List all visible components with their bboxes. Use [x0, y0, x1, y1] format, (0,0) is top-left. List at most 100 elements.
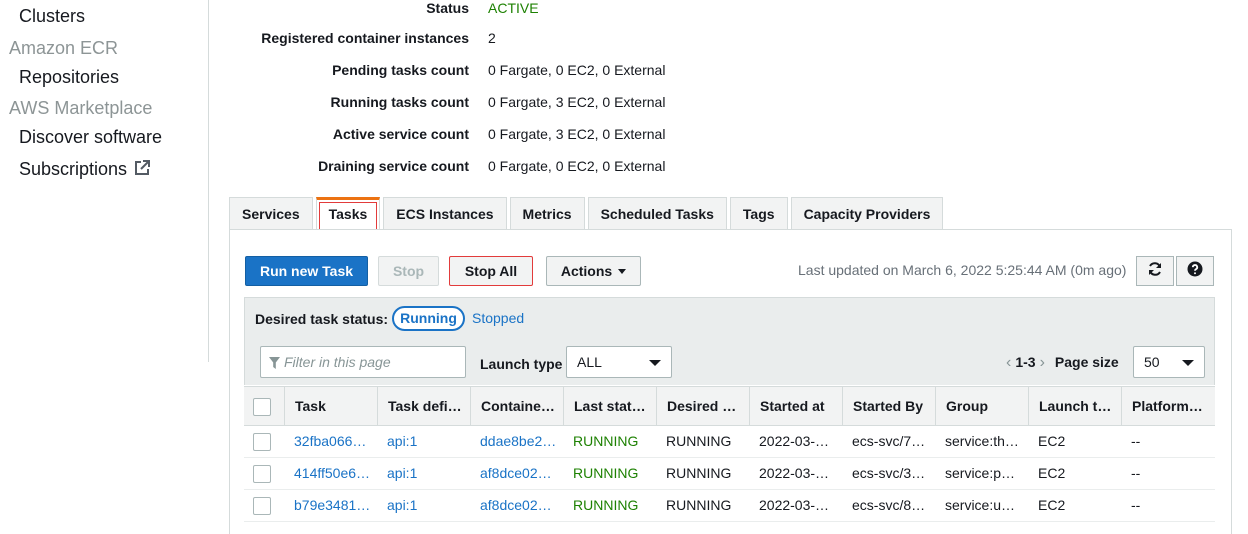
container-instance-link[interactable]: af8dce02… — [470, 458, 563, 489]
detail-label: Active service count — [332, 126, 469, 142]
sidebar-item-discover-software[interactable]: Discover software — [19, 127, 162, 148]
tab-ecs-instances[interactable]: ECS Instances — [383, 197, 507, 230]
tasks-table: Task Task defi… Containe… Last stat… Des… — [244, 386, 1215, 522]
caret-down-icon — [649, 360, 661, 366]
stop-button[interactable]: Stop — [378, 256, 439, 286]
detail-row-draining-services: Draining service count 0 Fargate, 0 EC2,… — [229, 158, 665, 178]
stop-all-button[interactable]: Stop All — [449, 256, 533, 286]
select-all-checkbox-cell — [244, 387, 284, 426]
help-icon — [1187, 261, 1203, 282]
actions-dropdown[interactable]: Actions — [546, 256, 641, 286]
launch-type: EC2 — [1038, 433, 1066, 449]
sidebar-item-subscriptions-label: Subscriptions — [19, 159, 128, 179]
sidebar-item-clusters[interactable]: Clusters — [19, 6, 85, 27]
sidebar-item-subscriptions[interactable]: Subscriptions — [19, 159, 151, 182]
task-id-link[interactable]: 32fba066… — [284, 426, 377, 457]
refresh-icon — [1147, 261, 1163, 282]
tab-tasks[interactable]: Tasks — [315, 197, 381, 230]
started-by: ecs-svc/3… — [852, 465, 926, 481]
sidebar: Clusters Amazon ECR Repositories AWS Mar… — [0, 0, 209, 362]
detail-label: Draining service count — [318, 158, 469, 174]
cluster-tabs: Services Tasks ECS Instances Metrics Sch… — [229, 197, 946, 230]
table-row: 414ff50e6… api:1 af8dce02… RUNNING RUNNI… — [244, 458, 1215, 490]
column-header-task[interactable]: Task — [284, 387, 377, 426]
pagination: ‹ 1-3 › Page size — [1002, 354, 1119, 372]
launch-type-value: ALL — [577, 354, 602, 370]
page-size-select[interactable]: 50 — [1133, 346, 1205, 378]
select-all-checkbox[interactable] — [253, 398, 271, 417]
tab-scheduled-tasks[interactable]: Scheduled Tasks — [587, 197, 727, 230]
tab-services[interactable]: Services — [229, 197, 313, 230]
row-checkbox[interactable] — [253, 465, 271, 484]
tab-metrics[interactable]: Metrics — [509, 197, 585, 230]
caret-down-icon — [618, 269, 627, 274]
task-definition-link[interactable]: api:1 — [377, 490, 470, 521]
column-header-platform[interactable]: Platform … — [1121, 387, 1205, 426]
sidebar-item-repositories[interactable]: Repositories — [19, 67, 119, 88]
task-definition-link[interactable]: api:1 — [377, 458, 470, 489]
filter-input[interactable]: Filter in this page — [260, 346, 466, 378]
column-header-container-instance[interactable]: Containe… — [470, 387, 563, 426]
table-row: b79e3481… api:1 af8dce02… RUNNING RUNNIN… — [244, 490, 1215, 522]
tab-tags[interactable]: Tags — [729, 197, 788, 230]
detail-row-status: Status ACTIVE — [229, 0, 538, 20]
table-row: 32fba066… api:1 ddae8be2… RUNNING RUNNIN… — [244, 426, 1215, 458]
platform: -- — [1131, 465, 1141, 481]
container-instance-link[interactable]: af8dce02… — [470, 490, 563, 521]
task-id-link[interactable]: 414ff50e6… — [284, 458, 377, 489]
column-header-desired-status[interactable]: Desired … — [656, 387, 749, 426]
detail-value: ACTIVE — [488, 0, 539, 16]
detail-row-active-services: Active service count 0 Fargate, 3 EC2, 0… — [229, 126, 666, 146]
tab-focus-highlight — [318, 202, 378, 230]
task-definition-link[interactable]: api:1 — [377, 426, 470, 457]
platform: -- — [1131, 433, 1141, 449]
container-instance-link[interactable]: ddae8be2… — [470, 426, 563, 457]
actions-label: Actions — [560, 263, 613, 279]
previous-page-icon[interactable]: ‹ — [1006, 354, 1011, 371]
row-checkbox[interactable] — [253, 497, 271, 516]
next-page-icon[interactable]: › — [1040, 354, 1045, 371]
row-checkbox[interactable] — [253, 433, 271, 452]
row-checkbox-cell — [244, 458, 284, 489]
running-filter-pill[interactable]: Running — [392, 306, 465, 331]
detail-label: Status — [426, 0, 469, 16]
detail-label: Running tasks count — [330, 94, 469, 110]
started-at: 2022-03-… — [759, 497, 830, 513]
column-header-last-status[interactable]: Last stat… — [563, 387, 656, 426]
detail-value: 0 Fargate, 3 EC2, 0 External — [488, 126, 666, 142]
group: service:th… — [945, 433, 1019, 449]
detail-value: 0 Fargate, 3 EC2, 0 External — [488, 94, 666, 110]
column-header-started-at[interactable]: Started at — [749, 387, 842, 426]
stopped-filter-link[interactable]: Stopped — [472, 310, 524, 326]
column-header-group[interactable]: Group — [935, 387, 1028, 426]
refresh-button[interactable] — [1136, 256, 1174, 286]
row-checkbox-cell — [244, 490, 284, 521]
filter-placeholder: Filter in this page — [284, 354, 391, 370]
platform: -- — [1131, 497, 1141, 513]
desired-status: RUNNING — [666, 433, 732, 449]
last-status: RUNNING — [573, 497, 639, 513]
detail-row-registered-instances: Registered container instances 2 — [229, 30, 496, 50]
sidebar-section-ecr: Amazon ECR — [9, 38, 119, 58]
started-at: 2022-03-… — [759, 433, 830, 449]
column-header-task-definition[interactable]: Task defi… — [377, 387, 470, 426]
group: service:p… — [945, 465, 1016, 481]
last-updated-text: Last updated on March 6, 2022 5:25:44 AM… — [798, 262, 1127, 278]
help-button[interactable] — [1176, 256, 1214, 286]
launch-type-select[interactable]: ALL — [566, 346, 672, 378]
run-new-task-button[interactable]: Run new Task — [245, 256, 368, 286]
started-at: 2022-03-… — [759, 465, 830, 481]
column-header-started-by[interactable]: Started By — [842, 387, 935, 426]
launch-type: EC2 — [1038, 497, 1066, 513]
tab-capacity-providers[interactable]: Capacity Providers — [790, 197, 944, 230]
detail-value: 0 Fargate, 0 EC2, 0 External — [488, 158, 666, 174]
launch-type-label: Launch type — [480, 356, 563, 372]
column-header-launch-type[interactable]: Launch t… — [1028, 387, 1121, 426]
started-by: ecs-svc/8… — [852, 497, 926, 513]
last-status: RUNNING — [573, 465, 639, 481]
page-size-value: 50 — [1144, 354, 1160, 370]
page-range: 1-3 — [1015, 354, 1036, 370]
table-header: Task Task defi… Containe… Last stat… Des… — [244, 386, 1215, 426]
caret-down-icon — [1182, 360, 1194, 366]
task-id-link[interactable]: b79e3481… — [284, 490, 377, 521]
